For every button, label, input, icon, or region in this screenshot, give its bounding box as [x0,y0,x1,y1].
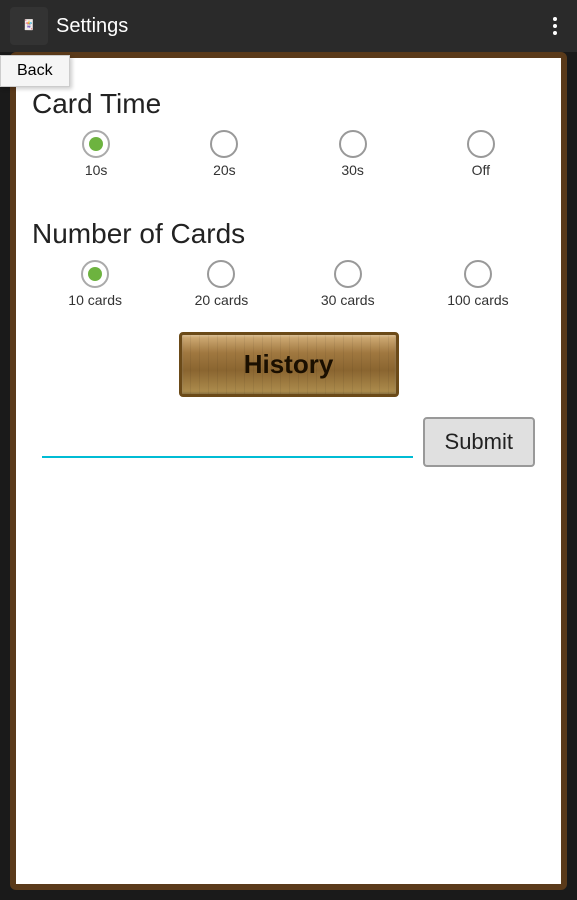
page-title: Settings [56,15,128,38]
overflow-menu-button[interactable] [543,6,567,46]
submit-button[interactable]: Submit [423,417,535,467]
number-of-cards-radio-group: 10 cards 20 cards 30 cards 100 cards [32,260,545,308]
radio-circle-30s[interactable] [339,130,367,158]
settings-content: Card Time 10s 20s 30s Off Number of Card… [10,52,567,890]
radio-label-30s: 30s [341,162,364,178]
radio-label-20s: 20s [213,162,236,178]
radio-label-30cards: 30 cards [321,292,375,308]
card-time-label: Card Time [32,88,545,120]
radio-circle-30cards[interactable] [334,260,362,288]
top-bar: 🃏 Settings [0,0,577,52]
card-time-20s[interactable]: 20s [210,130,238,178]
logo-image: 🃏 [23,20,35,32]
radio-selected-10s [89,137,103,151]
app-logo: 🃏 [10,7,48,45]
card-time-30s[interactable]: 30s [339,130,367,178]
number-of-cards-label: Number of Cards [32,218,545,250]
menu-dot-2 [553,24,557,28]
radio-circle-10cards[interactable] [81,260,109,288]
radio-selected-10cards [88,267,102,281]
radio-circle-off[interactable] [467,130,495,158]
card-time-off[interactable]: Off [467,130,495,178]
radio-label-20cards: 20 cards [195,292,249,308]
cards-20[interactable]: 20 cards [195,260,249,308]
cards-100[interactable]: 100 cards [447,260,508,308]
radio-label-off: Off [472,162,490,178]
radio-circle-20s[interactable] [210,130,238,158]
card-time-radio-group: 10s 20s 30s Off [32,130,545,178]
radio-circle-10s[interactable] [82,130,110,158]
radio-label-10cards: 10 cards [68,292,122,308]
cards-30[interactable]: 30 cards [321,260,375,308]
history-button[interactable]: History [179,332,399,397]
input-row: Submit [32,417,545,467]
radio-circle-20cards[interactable] [207,260,235,288]
menu-dot-1 [553,17,557,21]
text-input[interactable] [42,427,413,458]
back-button[interactable]: Back [0,55,70,87]
radio-label-100cards: 100 cards [447,292,508,308]
card-time-10s[interactable]: 10s [82,130,110,178]
top-bar-left: 🃏 Settings [10,7,128,45]
menu-dot-3 [553,31,557,35]
radio-label-10s: 10s [85,162,108,178]
cards-10[interactable]: 10 cards [68,260,122,308]
radio-circle-100cards[interactable] [464,260,492,288]
